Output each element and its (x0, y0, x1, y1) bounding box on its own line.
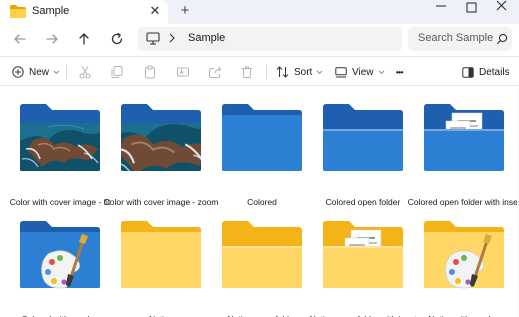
folder-icon (10, 5, 26, 18)
chevron-down-icon (378, 70, 384, 74)
trash-icon (242, 66, 252, 78)
folder-icon[interactable] (18, 101, 102, 173)
forward-arrow-icon[interactable] (42, 29, 62, 49)
folder-icon[interactable] (18, 218, 102, 290)
share-icon (209, 66, 222, 78)
folder-icon[interactable] (220, 101, 304, 173)
chevron-right-icon[interactable] (168, 31, 176, 45)
minimize-icon[interactable] (432, 2, 450, 18)
folder-icon[interactable]: W (321, 218, 405, 290)
details-pane-icon (462, 66, 474, 78)
more-icon: ••• (396, 67, 403, 77)
share-button[interactable] (208, 63, 222, 81)
sort-icon (276, 66, 289, 78)
command-bar: New Sort View ••• Details (0, 56, 519, 86)
paste-button[interactable] (143, 63, 157, 81)
maximize-icon[interactable] (465, 2, 479, 16)
divider (266, 65, 267, 79)
breadcrumb-sample[interactable]: Sample (188, 32, 225, 44)
back-arrow-icon[interactable] (10, 29, 30, 49)
details-pane-button[interactable]: Details (462, 63, 510, 81)
navigation-bar: Sample Search Sample (0, 24, 519, 56)
details-label: Details (479, 66, 510, 78)
search-placeholder: Search Sample (418, 32, 494, 44)
copy-button[interactable] (110, 63, 124, 81)
folder-icon[interactable] (422, 218, 506, 290)
view-icon (335, 66, 347, 77)
folder-label[interactable]: Colored open folder with inset (406, 197, 519, 208)
search-input[interactable]: Search Sample (408, 27, 512, 51)
rename-button[interactable] (176, 63, 190, 81)
chevron-down-icon (317, 70, 323, 74)
refresh-icon[interactable] (107, 29, 127, 49)
new-button[interactable]: New (12, 63, 60, 81)
cut-button[interactable] (78, 63, 92, 81)
tab-sample[interactable]: Sample ✕ (0, 0, 168, 24)
file-grid: Color with cover image - fit Color with c… (0, 87, 519, 317)
address-bar[interactable]: Sample (138, 27, 402, 51)
tab-title: Sample (32, 5, 70, 17)
delete-button[interactable] (240, 63, 254, 81)
view-label: View (352, 66, 374, 78)
folder-label[interactable]: Color with cover image - zoom (103, 197, 219, 208)
folder-icon[interactable] (119, 101, 203, 173)
close-tab-icon[interactable]: ✕ (148, 3, 162, 19)
cut-icon (79, 66, 91, 79)
see-more-button[interactable]: ••• (396, 63, 403, 81)
view-button[interactable]: View (335, 63, 385, 81)
folder-label[interactable]: Colored open folder (305, 197, 421, 208)
folder-icon[interactable] (220, 218, 304, 290)
folder-label[interactable]: Color with cover image - fit (2, 197, 118, 208)
new-tab-button[interactable]: + (176, 2, 194, 20)
new-plus-icon (12, 66, 24, 78)
paste-icon (145, 65, 155, 79)
folder-icon[interactable]: W (422, 101, 506, 173)
rename-icon (177, 67, 189, 77)
folder-label[interactable]: Colored (204, 197, 320, 208)
sort-button[interactable]: Sort (276, 63, 323, 81)
close-window-icon[interactable] (494, 0, 510, 16)
divider (66, 65, 67, 79)
sort-label: Sort (294, 66, 313, 78)
new-label: New (29, 66, 50, 78)
folder-icon[interactable] (321, 101, 405, 173)
title-bar: Sample ✕ + (0, 0, 519, 24)
copy-icon (111, 66, 123, 78)
chevron-down-icon (53, 70, 60, 74)
search-icon (496, 33, 508, 45)
up-arrow-icon[interactable] (74, 29, 94, 49)
folder-icon[interactable] (119, 218, 203, 290)
this-pc-icon[interactable] (146, 32, 160, 45)
